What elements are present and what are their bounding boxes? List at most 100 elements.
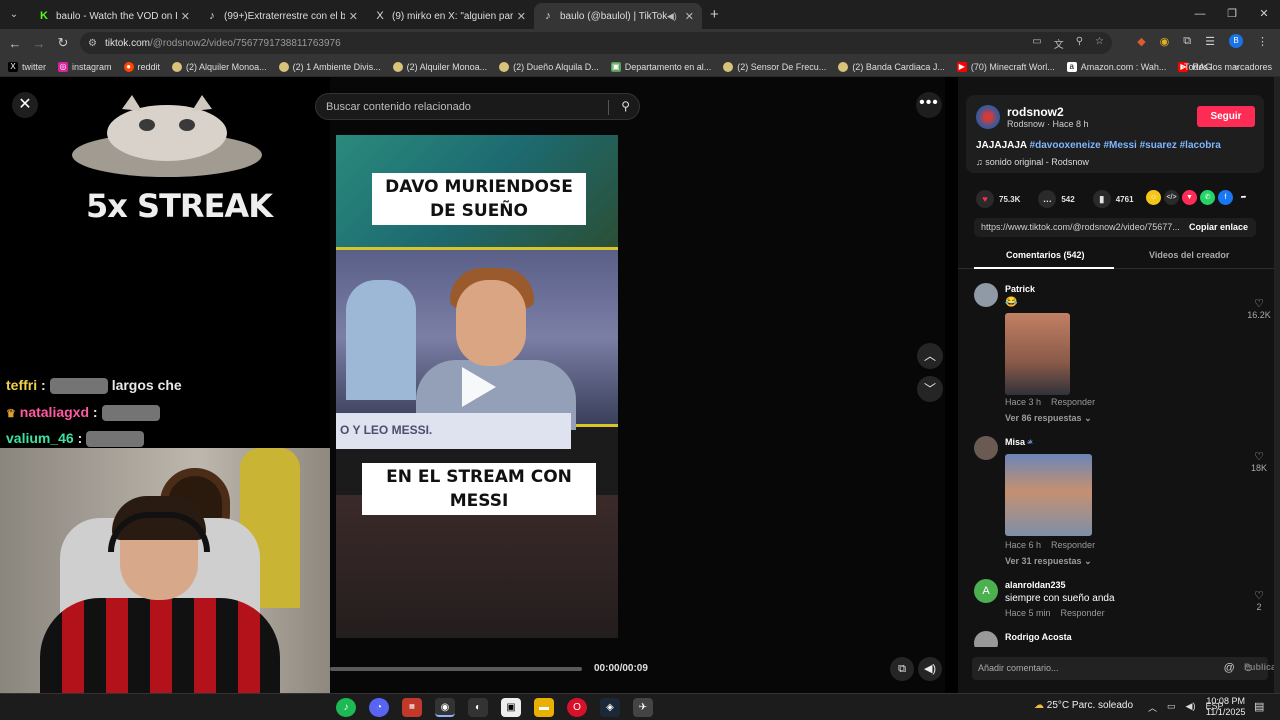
clock[interactable]: 10:08 PM 11/1/2025 bbox=[1206, 696, 1245, 718]
minimize-icon[interactable]: — bbox=[1184, 0, 1216, 29]
restore-icon[interactable]: ❐ bbox=[1216, 0, 1248, 29]
bookmark-item[interactable]: ▣ Departamento en al... bbox=[610, 61, 711, 72]
comment-input[interactable]: Añadir comentario... @☺ bbox=[972, 657, 1268, 680]
follow-button[interactable]: Seguir bbox=[1197, 106, 1255, 127]
reload-icon[interactable]: ↻ bbox=[51, 35, 75, 51]
puzzle-icon[interactable]: ⧉ bbox=[1183, 35, 1191, 48]
tab-creator-videos[interactable]: Videos del creador bbox=[1149, 250, 1229, 260]
reading-list-icon[interactable]: ☰ bbox=[1205, 35, 1215, 48]
video-link[interactable]: https://www.tiktok.com/@rodsnow2/video/7… bbox=[981, 222, 1180, 232]
avatar[interactable] bbox=[976, 105, 1000, 129]
comment-like-button[interactable]: ♡ 16.2K bbox=[1244, 297, 1274, 320]
bookmark-item[interactable]: (2) Sensor De Frecu... bbox=[723, 61, 826, 72]
address-bar[interactable]: ⚙ tiktok.com/@rodsnow2/video/75677917388… bbox=[80, 32, 1112, 54]
bookmark-item[interactable]: ▶ (70) Minecraft Worl... bbox=[956, 61, 1055, 72]
obs-icon[interactable]: ◐ bbox=[468, 698, 488, 717]
more-options-button[interactable]: ••• bbox=[916, 92, 942, 118]
mention-icon[interactable]: @ bbox=[1224, 662, 1243, 674]
like-button[interactable]: ♥ 75.3K bbox=[976, 190, 1020, 208]
reply-button[interactable]: Responder bbox=[1061, 608, 1105, 618]
comment-author[interactable]: alanroldan235 bbox=[1005, 580, 1066, 590]
bookmark-item[interactable]: (2) Alquiler Monoa... bbox=[172, 61, 267, 72]
tab-tiktok-extraterrestre[interactable]: ♪ (99+)Extraterrestre con el balón ✕ bbox=[198, 3, 366, 29]
close-icon[interactable]: ✕ bbox=[349, 10, 358, 23]
facebook-icon[interactable]: f bbox=[1218, 190, 1233, 205]
chrome-icon[interactable]: ◉ bbox=[435, 698, 455, 717]
site-info-icon[interactable]: ⚙ bbox=[88, 38, 97, 49]
opera-icon[interactable]: O bbox=[567, 698, 587, 717]
share-arrow-icon[interactable]: ➦ bbox=[1236, 190, 1251, 205]
all-bookmarks[interactable]: Todos los marcadores bbox=[1181, 62, 1272, 72]
spotify-icon[interactable]: ♪ bbox=[336, 698, 356, 717]
copy-link-button[interactable]: Copiar enlace bbox=[1189, 218, 1248, 237]
bookmark-item[interactable]: Xtwitter bbox=[8, 61, 46, 72]
network-icon[interactable]: ▭ bbox=[1167, 701, 1176, 714]
page-scrollbar[interactable] bbox=[1274, 77, 1280, 693]
hashtags[interactable]: #davooxeneize #Messi #suarez #lacobra bbox=[1030, 140, 1221, 151]
close-button[interactable]: ✕ bbox=[12, 92, 38, 118]
tab-x-mirko[interactable]: X (9) mirko en X: "alguien para te ✕ bbox=[366, 3, 534, 29]
comment-image[interactable] bbox=[1005, 313, 1070, 395]
app-icon[interactable]: ✈ bbox=[633, 698, 653, 717]
translate-icon[interactable]: 文 bbox=[1054, 36, 1064, 51]
tiktok-video[interactable]: DAVO MURIENDOSE DE SUEÑO O Y LEO MESSI. … bbox=[336, 135, 618, 638]
volume-icon[interactable]: ◀) bbox=[918, 657, 942, 681]
save-button[interactable]: ▮ 4761 bbox=[1092, 190, 1134, 208]
comment-author[interactable]: Patrick bbox=[1005, 284, 1035, 294]
comment-image[interactable] bbox=[1005, 454, 1092, 536]
comment-author[interactable]: Rodrigo Acosta bbox=[1005, 632, 1072, 642]
emoji-share-icon[interactable]: ☺ bbox=[1146, 190, 1161, 205]
zoom-icon[interactable]: ⚲ bbox=[1076, 36, 1083, 51]
app-icon[interactable]: ▦ bbox=[402, 698, 422, 717]
bookmark-item[interactable]: (2) Alquiler Monoa... bbox=[392, 61, 487, 72]
view-replies-button[interactable]: Ver 31 respuestas ⌄ bbox=[1005, 556, 1092, 567]
close-icon[interactable]: ✕ bbox=[181, 10, 190, 23]
comment-like-button[interactable]: ♡ 18K bbox=[1244, 450, 1274, 473]
volume-icon[interactable]: ◀) bbox=[1186, 701, 1196, 714]
tab-comments[interactable]: Comentarios (542) bbox=[1006, 250, 1085, 260]
previous-video-button[interactable]: ︿ bbox=[917, 343, 943, 369]
steam-icon[interactable]: ◈ bbox=[600, 698, 620, 717]
chevron-up-icon[interactable]: ︿ bbox=[1148, 701, 1157, 714]
file-explorer-icon[interactable]: ▬ bbox=[534, 698, 554, 717]
comment-button[interactable]: … 542 bbox=[1038, 190, 1075, 208]
forward-icon[interactable]: → bbox=[27, 36, 51, 51]
reply-button[interactable]: Responder bbox=[1051, 540, 1095, 550]
extension-icon[interactable]: ◉ bbox=[1160, 35, 1170, 48]
bookmark-item[interactable]: ● reddit bbox=[123, 61, 160, 72]
cast-icon[interactable]: ▭ bbox=[1032, 36, 1041, 51]
whatsapp-icon[interactable]: ✆ bbox=[1200, 190, 1215, 205]
reply-button[interactable]: Responder bbox=[1051, 397, 1095, 407]
bookmark-item[interactable]: (2) Banda Cardiaca J... bbox=[838, 61, 945, 72]
avatar[interactable] bbox=[974, 631, 998, 647]
bookmark-star-icon[interactable]: ☆ bbox=[1095, 36, 1104, 51]
bookmark-item[interactable]: ◎ instagram bbox=[58, 61, 112, 72]
new-tab-button[interactable]: + bbox=[710, 6, 719, 23]
back-icon[interactable]: ← bbox=[3, 36, 27, 51]
avatar[interactable]: A bbox=[974, 579, 998, 603]
weather-widget[interactable]: ☁ 25°C Parc. soleado bbox=[1034, 700, 1133, 711]
app-icon[interactable]: ▣ bbox=[501, 698, 521, 717]
music-info[interactable]: ♫ sonido original - Rodsnow bbox=[976, 157, 1089, 167]
floating-player-icon[interactable]: ⧉ bbox=[890, 657, 914, 681]
bookmark-item[interactable]: (2) Dueño Alquila D... bbox=[499, 61, 599, 72]
related-search-input[interactable]: Buscar contenido relacionado ⚲ bbox=[315, 93, 640, 120]
author-name[interactable]: rodsnow2 bbox=[1007, 105, 1064, 119]
search-icon[interactable]: ⚲ bbox=[621, 99, 630, 113]
tab-tiktok-baulol[interactable]: ♪ baulo (@baulol) | TikTok ◀) ✕ bbox=[534, 3, 702, 29]
next-video-button[interactable]: ﹀ bbox=[917, 376, 943, 402]
comment-author[interactable]: Misa ᵃᵏ bbox=[1005, 437, 1033, 447]
embed-icon[interactable]: </> bbox=[1164, 190, 1179, 205]
notification-icon[interactable]: ▤ bbox=[1254, 700, 1264, 713]
discord-icon[interactable]: ◔ bbox=[369, 698, 389, 717]
comment-like-button[interactable]: ♡ 2 bbox=[1244, 589, 1274, 612]
bookmark-item[interactable]: a Amazon.com : Wah... bbox=[1066, 61, 1166, 72]
avatar[interactable] bbox=[974, 436, 998, 460]
speaker-icon[interactable]: ◀) bbox=[667, 11, 677, 22]
extension-icon[interactable]: ◆ bbox=[1137, 35, 1145, 48]
close-window-icon[interactable]: ✕ bbox=[1248, 0, 1280, 29]
bookmark-item[interactable]: (2) 1 Ambiente Divis... bbox=[278, 61, 381, 72]
view-replies-button[interactable]: Ver 86 respuestas ⌄ bbox=[1005, 413, 1092, 424]
send-icon[interactable]: ▼ bbox=[1182, 190, 1197, 205]
avatar[interactable]: B bbox=[1229, 34, 1243, 48]
